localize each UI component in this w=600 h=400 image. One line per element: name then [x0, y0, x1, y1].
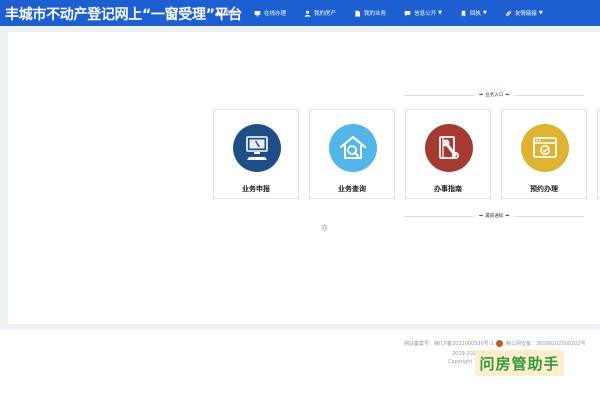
card-label-business-declare: 业务申报 [242, 185, 270, 193]
section-divider-business: ➡ 业务入口 ⬅ [404, 91, 585, 99]
nav-label-home: 首页 [225, 11, 237, 17]
main-nav: 首页 在线办理 我的房产 我的业务 信息公开 ▼ 回执 ▼ 友情链接 ▼ [215, 0, 543, 26]
link-icon [505, 10, 511, 16]
card-service-guide[interactable]: 办事指南 [405, 109, 491, 199]
calendar-window-icon [521, 124, 569, 172]
nav-item-links[interactable]: 友情链接 ▼ [505, 0, 543, 26]
nav-label-my-property: 我的房产 [314, 11, 337, 17]
computer-icon [233, 124, 281, 172]
card-label-appointment: 预约办理 [530, 185, 558, 193]
section-divider-notice: ➡ 最新通知 ⬅ [404, 212, 585, 220]
house-search-icon [329, 124, 377, 172]
document-icon [355, 10, 360, 17]
nav-item-my-business[interactable]: 我的业务 [354, 0, 386, 26]
card-label-business-query: 业务查询 [338, 185, 366, 193]
arrow-right-icon: ➡ [479, 213, 484, 219]
top-navigation-bar: 丰城市不动产登记网上“一窗受理”平台 首页 在线办理 我的房产 我的业务 信息公… [0, 0, 600, 26]
nav-item-receipt[interactable]: 回执 ▼ [460, 0, 487, 26]
watermark-logo: 问房管助手 [475, 350, 564, 376]
arrow-left-icon: ⬅ [505, 213, 510, 219]
nav-item-info-public[interactable]: 信息公开 ▼ [404, 0, 442, 26]
nav-label-info-public: 信息公开 [414, 11, 437, 17]
arrow-right-icon: ➡ [479, 92, 484, 98]
nav-label-online: 在线办理 [264, 11, 287, 17]
footer-record-line: 网站备案号：赣ICP备2022000530号-1 赣公网安备：360981020… [404, 340, 586, 347]
card-appointment[interactable]: 预约办理 [501, 109, 587, 199]
icp-record[interactable]: 网站备案号：赣ICP备2022000530号-1 [404, 341, 494, 347]
nav-item-my-property[interactable]: 我的房产 [304, 0, 336, 26]
loading-glyph: 亦 [321, 224, 328, 232]
section-title-notice: 最新通知 [485, 214, 504, 219]
nav-label-links: 友情链接 [514, 11, 537, 17]
message-icon [404, 10, 411, 16]
nav-item-online[interactable]: 在线办理 [254, 0, 286, 26]
arrow-left-icon: ⬅ [505, 92, 510, 98]
chevron-down-icon: ▼ [482, 10, 487, 16]
bookmark-icon [461, 10, 466, 17]
monitor-icon [254, 10, 261, 16]
card-business-query[interactable]: 业务查询 [309, 109, 395, 199]
police-badge-icon [496, 340, 504, 347]
police-record[interactable]: 赣公网安备：36098102000202号 [506, 341, 586, 347]
chevron-down-icon: ▼ [538, 10, 543, 16]
user-icon [304, 10, 311, 17]
site-title[interactable]: 丰城市不动产登记网上“一窗受理”平台 [5, 4, 242, 24]
wrench-icon [425, 124, 473, 172]
section-title-business: 业务入口 [485, 93, 504, 98]
nav-label-my-business: 我的业务 [364, 11, 387, 17]
card-label-service-guide: 办事指南 [434, 185, 462, 193]
chevron-down-icon: ▼ [438, 10, 442, 16]
home-icon [215, 10, 222, 16]
footer-copyright: Copyright [448, 359, 473, 365]
nav-item-home[interactable]: 首页 [215, 0, 236, 26]
card-business-declare[interactable]: 业务申报 [213, 109, 299, 199]
nav-label-receipt: 回执 [469, 11, 481, 17]
